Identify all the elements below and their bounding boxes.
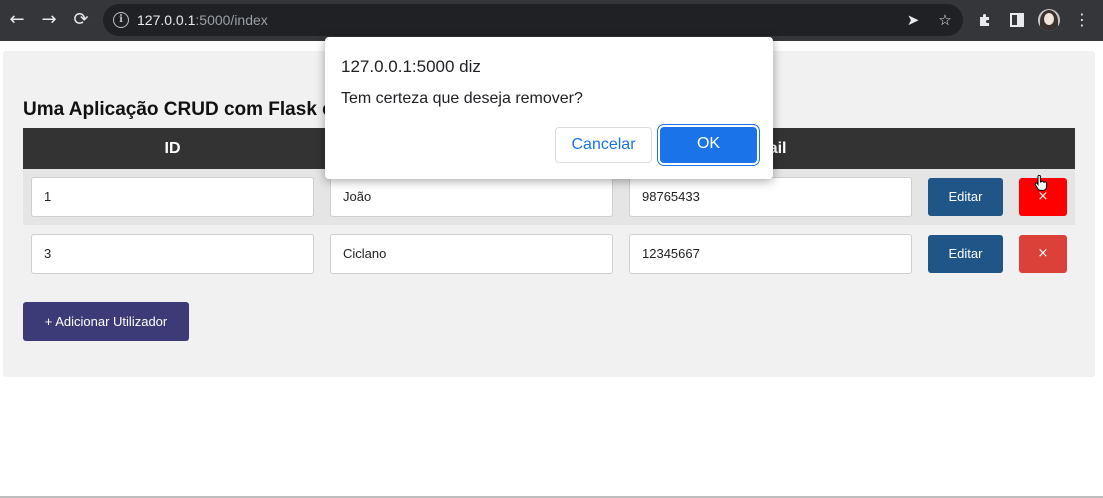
send-icon[interactable]: ➤ bbox=[903, 10, 923, 30]
dialog-title: 127.0.0.1:5000 diz bbox=[341, 57, 481, 76]
table-row: 3 Ciclano 12345667 Editar × bbox=[23, 226, 1075, 282]
reload-icon[interactable]: ⟳ bbox=[70, 9, 92, 31]
url-text[interactable]: 127.0.0.1:5000/index bbox=[137, 12, 268, 28]
info-icon[interactable]: i bbox=[113, 12, 129, 28]
address-bar[interactable]: i 127.0.0.1:5000/index ➤ ☆ bbox=[103, 4, 963, 36]
browser-toolbar: ← → ⟳ i 127.0.0.1:5000/index ➤ ☆ ⋮ bbox=[0, 0, 1103, 41]
hand-cursor-icon bbox=[1034, 175, 1048, 191]
ok-button[interactable]: OK bbox=[660, 127, 757, 163]
phone-field[interactable]: 12345667 bbox=[629, 234, 912, 274]
edit-button[interactable]: Editar bbox=[928, 235, 1003, 273]
url-path: :5000/index bbox=[195, 12, 268, 28]
page-title: Uma Aplicação CRUD com Flask e bbox=[23, 99, 333, 120]
edit-button[interactable]: Editar bbox=[928, 178, 1003, 216]
phone-field[interactable]: 98765433 bbox=[629, 177, 912, 217]
name-field[interactable]: João bbox=[330, 177, 613, 217]
confirm-dialog: 127.0.0.1:5000 diz Tem certeza que desej… bbox=[325, 37, 773, 179]
puzzle-icon[interactable] bbox=[974, 9, 996, 31]
delete-button[interactable]: × bbox=[1019, 235, 1067, 273]
kebab-menu-icon[interactable]: ⋮ bbox=[1071, 9, 1093, 31]
forward-arrow-icon[interactable]: → bbox=[38, 9, 60, 31]
id-field[interactable]: 3 bbox=[31, 234, 314, 274]
cancel-button[interactable]: Cancelar bbox=[555, 127, 652, 163]
star-icon[interactable]: ☆ bbox=[935, 10, 955, 30]
column-header-id: ID bbox=[164, 140, 181, 157]
add-user-button[interactable]: + Adicionar Utilizador bbox=[23, 302, 189, 341]
name-field[interactable]: Ciclano bbox=[330, 234, 613, 274]
side-panel-icon[interactable] bbox=[1006, 9, 1028, 31]
url-host: 127.0.0.1 bbox=[137, 12, 196, 28]
back-arrow-icon[interactable]: ← bbox=[6, 9, 28, 31]
id-field[interactable]: 1 bbox=[31, 177, 314, 217]
profile-avatar[interactable] bbox=[1038, 9, 1060, 31]
dialog-message: Tem certeza que deseja remover? bbox=[341, 90, 583, 107]
